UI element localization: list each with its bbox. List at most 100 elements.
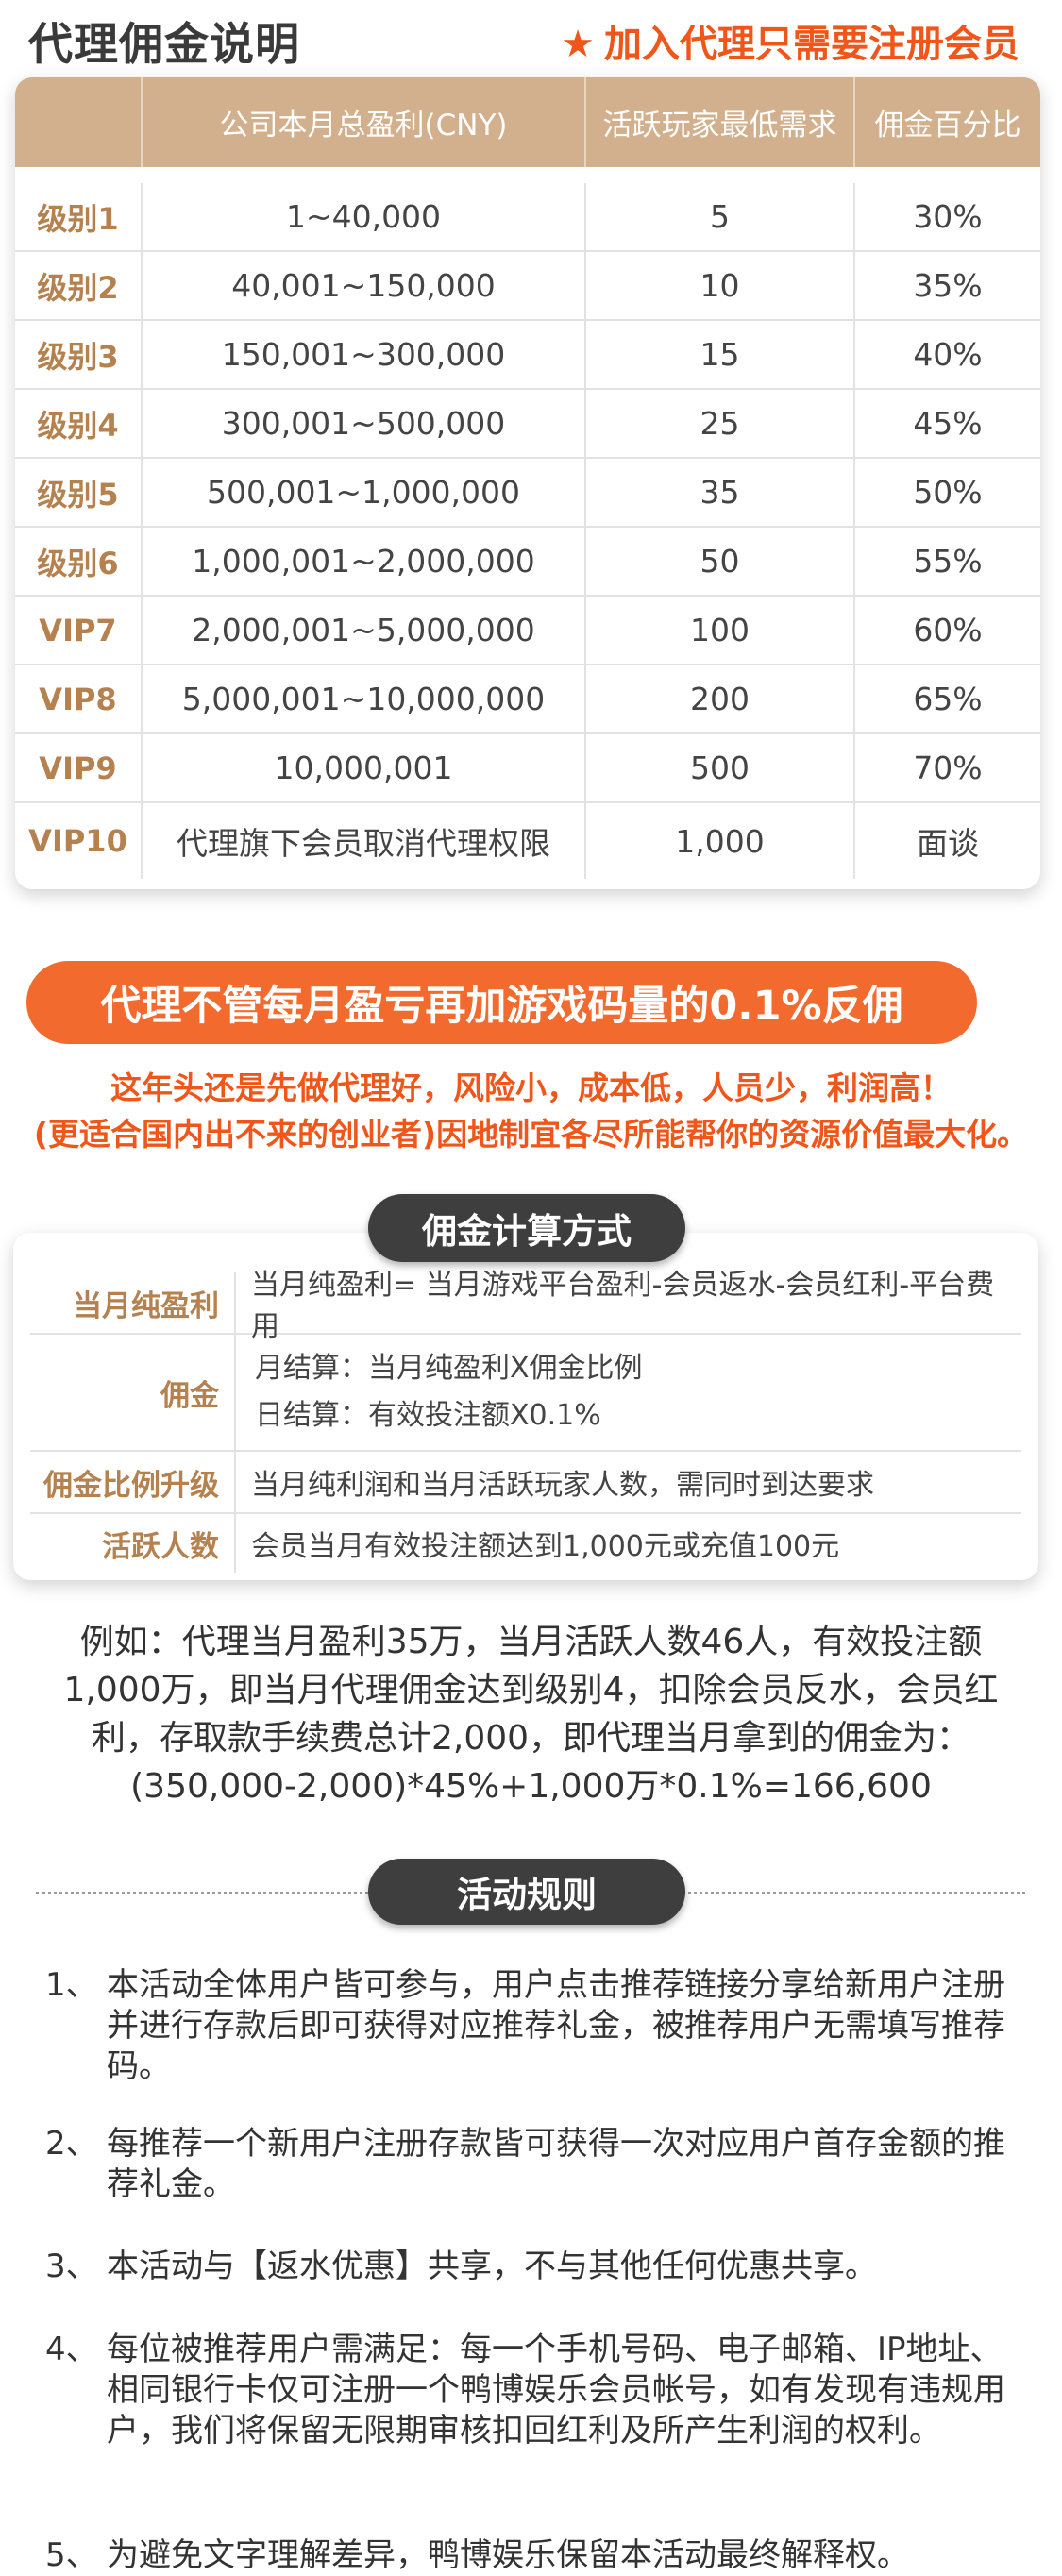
row-profit: 1~40,000 bbox=[143, 183, 586, 250]
commission-table-body: 级别1 1~40,000 5 30% 级别2 40,001~150,000 10… bbox=[15, 183, 1040, 879]
calc-label: 佣金 bbox=[30, 1335, 236, 1450]
row-level: 级别6 bbox=[15, 528, 143, 595]
header-percent: 佣金百分比 bbox=[874, 109, 1021, 143]
row-players: 1,000 bbox=[586, 803, 855, 879]
header-players: 活跃玩家最低需求 bbox=[586, 77, 855, 167]
table-row: VIP7 2,000,001~5,000,000 100 60% bbox=[15, 597, 1040, 665]
row-players: 10 bbox=[586, 252, 855, 319]
row-level: 级别3 bbox=[15, 321, 143, 388]
rule-number: 4、 bbox=[45, 2331, 98, 2368]
join-promo-text: 加入代理只需要注册会员 bbox=[604, 23, 1020, 66]
rule-item: 2、 每推荐一个新用户注册存款皆可获得一次对应用户首存金额的推荐礼金。 bbox=[45, 2124, 1008, 2205]
row-level: VIP8 bbox=[15, 665, 143, 732]
rules-section-title: 活动规则 bbox=[368, 1859, 685, 1925]
row-percent: 40% bbox=[913, 336, 983, 373]
example-line: (350,000-2,000)*45%+1,000万*0.1%=166,600 bbox=[130, 1767, 932, 1806]
row-profit: 40,001~150,000 bbox=[143, 252, 586, 319]
example-line: 例如：代理当月盈利35万，当月活跃人数46人，有效投注额 bbox=[79, 1623, 983, 1661]
table-row: VIP8 5,000,001~10,000,000 200 65% bbox=[15, 665, 1040, 734]
row-level: VIP9 bbox=[15, 734, 143, 801]
table-row: 级别6 1,000,001~2,000,000 50 55% bbox=[15, 528, 1040, 597]
example-text: 例如：代理当月盈利35万，当月活跃人数46人，有效投注额 1,000万，即当月代… bbox=[38, 1618, 1024, 1810]
row-players: 15 bbox=[586, 321, 855, 388]
header-profit: 公司本月总盈利(CNY) bbox=[143, 77, 586, 167]
table-row: 级别1 1~40,000 5 30% bbox=[15, 183, 1040, 252]
row-profit: 1,000,001~2,000,000 bbox=[143, 528, 586, 595]
rule-text: 本活动全体用户皆可参与，用户点击推荐链接分享给新用户注册并进行存款后即可获得对应… bbox=[107, 1966, 1005, 2085]
row-players: 25 bbox=[586, 390, 855, 457]
row-players: 100 bbox=[586, 597, 855, 664]
row-level: VIP7 bbox=[15, 597, 143, 664]
rule-number: 3、 bbox=[45, 2248, 98, 2285]
row-percent: 面谈 bbox=[917, 825, 979, 862]
table-row: 级别5 500,001~1,000,000 35 50% bbox=[15, 459, 1040, 528]
row-players: 200 bbox=[586, 665, 855, 732]
row-players: 500 bbox=[586, 734, 855, 801]
rule-text: 每位被推荐用户需满足：每一个手机号码、电子邮箱、IP地址、相同银行卡仅可注册一个… bbox=[107, 2331, 1005, 2450]
rule-number: 1、 bbox=[45, 1966, 98, 2004]
rule-item: 4、 每位被推荐用户需满足：每一个手机号码、电子邮箱、IP地址、相同银行卡仅可注… bbox=[45, 2330, 1008, 2451]
calc-table: 当月纯盈利 当月纯盈利= 当月游戏平台盈利-会员返水-会员红利-平台费用 佣金 … bbox=[13, 1233, 1038, 1580]
calc-row: 佣金比例升级 当月纯利润和当月活跃玩家人数，需同时到达要求 bbox=[30, 1452, 1021, 1514]
join-promo: ★ 加入代理只需要注册会员 bbox=[561, 13, 1020, 68]
calc-label: 活跃人数 bbox=[30, 1514, 236, 1573]
rule-item: 1、 本活动全体用户皆可参与，用户点击推荐链接分享给新用户注册并进行存款后即可获… bbox=[45, 1965, 1008, 2087]
commission-table-header: 公司本月总盈利(CNY) 活跃玩家最低需求 佣金百分比 bbox=[15, 77, 1040, 167]
table-row: 级别4 300,001~500,000 25 45% bbox=[15, 390, 1040, 459]
table-row: VIP9 10,000,001 500 70% bbox=[15, 734, 1040, 803]
slogan-line-1: 这年头还是先做代理好，风险小，成本低，人员少，利润高！ bbox=[110, 1069, 952, 1106]
calc-monthly: 月结算：当月纯盈利X佣金比例 bbox=[255, 1352, 643, 1385]
commission-table: 公司本月总盈利(CNY) 活跃玩家最低需求 佣金百分比 级别1 1~40,000… bbox=[15, 77, 1040, 889]
row-profit: 2,000,001~5,000,000 bbox=[143, 597, 586, 664]
calc-row: 佣金 月结算：当月纯盈利X佣金比例 日结算：有效投注额X0.1% bbox=[30, 1335, 1021, 1452]
row-percent: 30% bbox=[913, 198, 983, 235]
row-percent: 35% bbox=[913, 267, 983, 304]
row-players: 50 bbox=[586, 528, 855, 595]
row-profit: 10,000,001 bbox=[143, 734, 586, 801]
page-header: 代理佣金说明 ★ 加入代理只需要注册会员 bbox=[0, 0, 1062, 74]
row-profit: 150,001~300,000 bbox=[143, 321, 586, 388]
example-line: 利，存取款手续费总计2,000，即代理当月拿到的佣金为： bbox=[91, 1719, 971, 1758]
calc-daily: 日结算：有效投注额X0.1% bbox=[255, 1399, 601, 1432]
row-players: 35 bbox=[586, 459, 855, 526]
rule-item: 5、 为避免文字理解差异，鸭博娱乐保留本活动最终解释权。 bbox=[45, 2535, 909, 2576]
row-players: 5 bbox=[586, 183, 855, 250]
table-row: 级别3 150,001~300,000 15 40% bbox=[15, 321, 1040, 390]
rebate-banner: 代理不管每月盈亏再加游戏码量的0.1%反佣 bbox=[26, 961, 977, 1044]
rule-text: 为避免文字理解差异，鸭博娱乐保留本活动最终解释权。 bbox=[107, 2536, 909, 2574]
header-level bbox=[15, 77, 143, 167]
row-level: 级别5 bbox=[15, 459, 143, 526]
calc-row: 活跃人数 会员当月有效投注额达到1,000元或充值100元 bbox=[30, 1514, 1021, 1573]
page-title: 代理佣金说明 bbox=[28, 19, 300, 71]
row-level: 级别2 bbox=[15, 252, 143, 319]
row-percent: 55% bbox=[913, 543, 983, 580]
calc-row: 当月纯盈利 当月纯盈利= 当月游戏平台盈利-会员返水-会员红利-平台费用 bbox=[30, 1269, 1021, 1343]
calc-value: 当月纯利润和当月活跃玩家人数，需同时到达要求 bbox=[251, 1469, 874, 1502]
calc-value: 会员当月有效投注额达到1,000元或充值100元 bbox=[251, 1530, 840, 1563]
rule-item: 3、 本活动与【返水优惠】共享，不与其他任何优惠共享。 bbox=[45, 2247, 877, 2287]
row-percent: 70% bbox=[913, 749, 983, 786]
row-level: VIP10 bbox=[15, 803, 143, 879]
row-profit: 500,001~1,000,000 bbox=[143, 459, 586, 526]
row-percent: 50% bbox=[913, 474, 983, 511]
example-line: 1,000万，即当月代理佣金达到级别4，扣除会员反水，会员红 bbox=[63, 1671, 999, 1709]
rule-text: 每推荐一个新用户注册存款皆可获得一次对应用户首存金额的推荐礼金。 bbox=[107, 2125, 1005, 2203]
row-percent: 45% bbox=[913, 405, 983, 442]
calc-label: 佣金比例升级 bbox=[30, 1452, 236, 1512]
row-profit: 代理旗下会员取消代理权限 bbox=[143, 803, 586, 879]
calc-value: 当月纯盈利= 当月游戏平台盈利-会员返水-会员红利-平台费用 bbox=[251, 1269, 995, 1343]
row-level: 级别4 bbox=[15, 390, 143, 457]
rule-text: 本活动与【返水优惠】共享，不与其他任何优惠共享。 bbox=[107, 2248, 877, 2285]
row-profit: 5,000,001~10,000,000 bbox=[143, 665, 586, 732]
rule-number: 2、 bbox=[45, 2125, 98, 2163]
row-profit: 300,001~500,000 bbox=[143, 390, 586, 457]
star-icon: ★ bbox=[561, 23, 595, 66]
row-percent: 60% bbox=[913, 612, 983, 648]
table-row: 级别2 40,001~150,000 10 35% bbox=[15, 252, 1040, 321]
calc-value: 月结算：当月纯盈利X佣金比例 日结算：有效投注额X0.1% bbox=[236, 1335, 1021, 1450]
row-percent: 65% bbox=[913, 681, 983, 717]
calc-label: 当月纯盈利 bbox=[30, 1272, 236, 1333]
slogan-line-2: (更适合国内出不来的创业者)因地制宜各尽所能帮你的资源价值最大化。 bbox=[33, 1116, 1029, 1153]
row-level: 级别1 bbox=[15, 183, 143, 250]
rule-number: 5、 bbox=[45, 2536, 98, 2574]
